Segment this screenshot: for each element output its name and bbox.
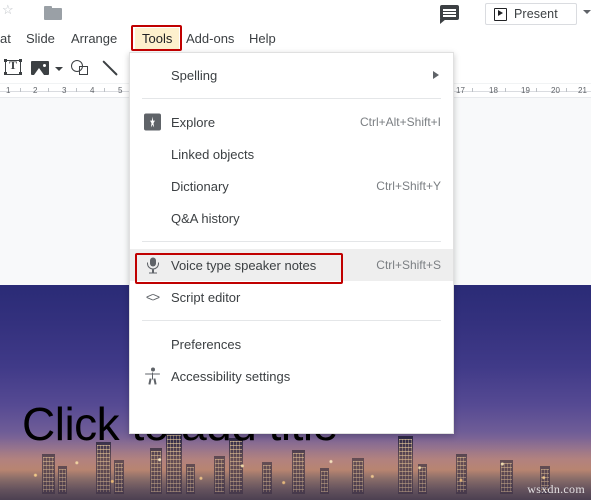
comment-line-2 — [443, 12, 456, 14]
menu-option-preferences-label: Preferences — [171, 336, 242, 352]
tools-dropdown-menu: Spelling Explore Ctrl+Alt+Shift+I Linked… — [129, 52, 454, 434]
menu-option-spelling-label: Spelling — [171, 67, 218, 83]
menu-item-tools[interactable]: Tools — [135, 28, 180, 50]
handle-tr — [19, 59, 22, 62]
menu-option-explore[interactable]: Explore Ctrl+Alt+Shift+I — [130, 106, 453, 138]
menu-option-script-editor-label: Script editor — [171, 289, 241, 305]
image-sun — [43, 64, 46, 67]
image-dropdown-chevron-icon[interactable] — [55, 67, 63, 71]
ruler-tick-21: 21 — [578, 86, 587, 95]
menu-item-add-ons[interactable]: Add-ons — [186, 29, 234, 49]
image-mountain — [34, 68, 44, 75]
code-brackets-icon: <> — [145, 289, 160, 305]
menu-option-qa-history[interactable]: Q&A history — [130, 202, 453, 234]
chevron-down-icon[interactable] — [583, 10, 591, 14]
star-icon[interactable]: ☆ — [2, 3, 14, 16]
explore-icon — [144, 113, 161, 131]
menu-option-script-editor[interactable]: <> Script editor — [130, 281, 453, 313]
title-bar: ☆ Present — [0, 0, 591, 26]
menu-option-dictionary[interactable]: Dictionary Ctrl+Shift+Y — [130, 170, 453, 202]
present-button-label: Present — [514, 7, 558, 21]
menu-option-dictionary-shortcut: Ctrl+Shift+Y — [376, 179, 441, 193]
comment-line-1 — [443, 9, 456, 11]
menu-option-linked-objects-label: Linked objects — [171, 146, 255, 162]
ruler-tick-20: 20 — [551, 86, 560, 95]
menu-item-format[interactable]: at — [0, 29, 11, 49]
present-button[interactable]: Present — [485, 3, 577, 25]
menu-separator — [142, 320, 441, 321]
menu-item-help[interactable]: Help — [249, 29, 276, 49]
ruler-tick-1: 1 — [6, 86, 11, 95]
text-box-icon[interactable]: T — [4, 58, 22, 77]
menu-option-voice-type-speaker-notes-label: Voice type speaker notes — [171, 257, 317, 273]
comment-tail — [440, 19, 446, 24]
slides-editor-window: ☆ Present at Slide Arrange Tools Add-ons… — [0, 0, 591, 500]
menu-option-preferences[interactable]: Preferences — [130, 328, 453, 360]
microphone-icon — [144, 257, 161, 274]
menu-option-dictionary-label: Dictionary — [171, 178, 229, 194]
menu-separator — [142, 241, 441, 242]
comment-line-3 — [443, 15, 456, 17]
menu-option-voice-type-speaker-notes[interactable]: Voice type speaker notes Ctrl+Shift+S — [130, 249, 453, 281]
shape-square — [79, 66, 88, 75]
menu-option-accessibility-settings[interactable]: Accessibility settings — [130, 360, 453, 392]
ruler-minor-tick — [76, 88, 77, 92]
ruler-minor-tick — [566, 88, 567, 92]
ruler-tick-19: 19 — [521, 86, 530, 95]
ruler-minor-tick — [20, 88, 21, 92]
menu-separator — [142, 98, 441, 99]
ruler-tick-18: 18 — [489, 86, 498, 95]
ruler-tick-2: 2 — [33, 86, 38, 95]
image-icon[interactable] — [31, 59, 49, 77]
chevron-right-icon — [433, 71, 439, 79]
handle-br — [19, 72, 22, 75]
ruler-minor-tick — [505, 88, 506, 92]
ruler-tick-5: 5 — [118, 86, 123, 95]
menu-option-explore-label: Explore — [171, 114, 216, 130]
image-frame — [31, 61, 49, 75]
menu-item-arrange[interactable]: Arrange — [71, 29, 117, 49]
menu-option-accessibility-settings-label: Accessibility settings — [171, 368, 291, 384]
menu-bar: at Slide Arrange Tools Add-ons Help Last… — [0, 26, 591, 69]
folder-icon[interactable] — [44, 6, 62, 20]
a11y-head — [150, 367, 155, 372]
menu-option-explore-shortcut: Ctrl+Alt+Shift+I — [359, 115, 441, 129]
watermark: wsxdn.com — [527, 482, 585, 496]
a11y-left-leg — [148, 378, 152, 385]
ruler-tick-4: 4 — [90, 86, 95, 95]
line-icon[interactable] — [101, 59, 119, 77]
a11y-right-leg — [153, 378, 157, 385]
ruler-minor-tick — [536, 88, 537, 92]
menu-option-spelling[interactable]: Spelling — [130, 59, 453, 91]
ruler-tick-3: 3 — [62, 86, 67, 95]
folder-body — [44, 8, 62, 20]
menu-item-slide[interactable]: Slide — [26, 29, 55, 49]
ruler-minor-tick — [472, 88, 473, 92]
line-stroke — [102, 60, 118, 76]
shape-icon[interactable] — [71, 59, 89, 77]
ruler-minor-tick — [48, 88, 49, 92]
mic-base — [148, 272, 157, 274]
handle-tl — [4, 59, 7, 62]
ruler-tick-17: 17 — [456, 86, 465, 95]
menu-option-linked-objects[interactable]: Linked objects — [130, 138, 453, 170]
menu-option-qa-history-label: Q&A history — [171, 210, 240, 226]
menu-option-voice-type-speaker-notes-shortcut: Ctrl+Shift+S — [376, 258, 441, 272]
accessibility-icon — [144, 367, 161, 385]
play-icon — [494, 7, 507, 21]
handle-bl — [4, 72, 7, 75]
comment-icon[interactable] — [440, 5, 460, 24]
ruler-minor-tick — [104, 88, 105, 92]
